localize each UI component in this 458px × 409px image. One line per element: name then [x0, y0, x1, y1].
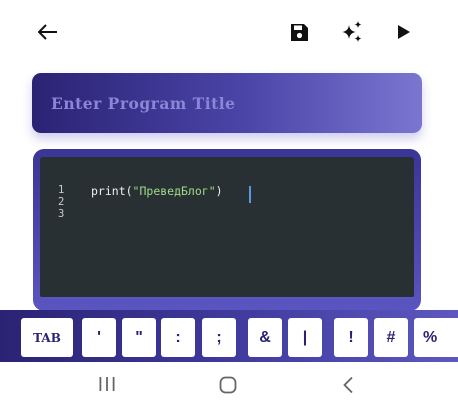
- recent-apps-icon[interactable]: [98, 376, 116, 392]
- key-pipe[interactable]: |: [288, 318, 322, 357]
- system-navigation-bar: [0, 362, 458, 409]
- key-exclamation[interactable]: !: [334, 318, 368, 357]
- code-token: print(: [91, 184, 133, 198]
- code-editor[interactable]: 1 2 3 print("ПреведБлог"): [40, 157, 414, 299]
- program-title-input[interactable]: [51, 93, 391, 113]
- symbol-key-bar: TAB ' " : ; & | ! # %: [0, 310, 458, 362]
- arrow-left-icon[interactable]: [34, 18, 62, 46]
- home-icon[interactable]: [219, 376, 237, 394]
- sparkle-icon[interactable]: [338, 18, 366, 46]
- key-ampersand[interactable]: &: [248, 318, 282, 357]
- back-chevron-icon[interactable]: [342, 376, 354, 394]
- key-single-quote[interactable]: ': [82, 318, 116, 357]
- code-string: "ПреведБлог": [132, 184, 216, 198]
- line-numbers: 1 2 3: [58, 184, 64, 220]
- line-number: 1: [58, 184, 65, 196]
- top-toolbar: [0, 0, 458, 64]
- text-caret: [249, 186, 251, 203]
- program-title-card: [32, 73, 422, 133]
- play-icon[interactable]: [390, 18, 418, 46]
- line-number: 3: [58, 208, 65, 220]
- code-line: print("ПреведБлог"): [91, 184, 223, 198]
- code-editor-frame: 1 2 3 print("ПреведБлог"): [33, 149, 421, 311]
- key-semicolon[interactable]: ;: [202, 318, 236, 357]
- line-number: 2: [58, 196, 65, 208]
- key-double-quote[interactable]: ": [122, 318, 156, 357]
- key-percent[interactable]: %: [414, 318, 458, 357]
- key-tab[interactable]: TAB: [21, 318, 73, 357]
- key-colon[interactable]: :: [161, 318, 195, 357]
- floppy-disk-icon[interactable]: [285, 18, 313, 46]
- code-token: ): [215, 184, 223, 198]
- key-hash[interactable]: #: [374, 318, 408, 357]
